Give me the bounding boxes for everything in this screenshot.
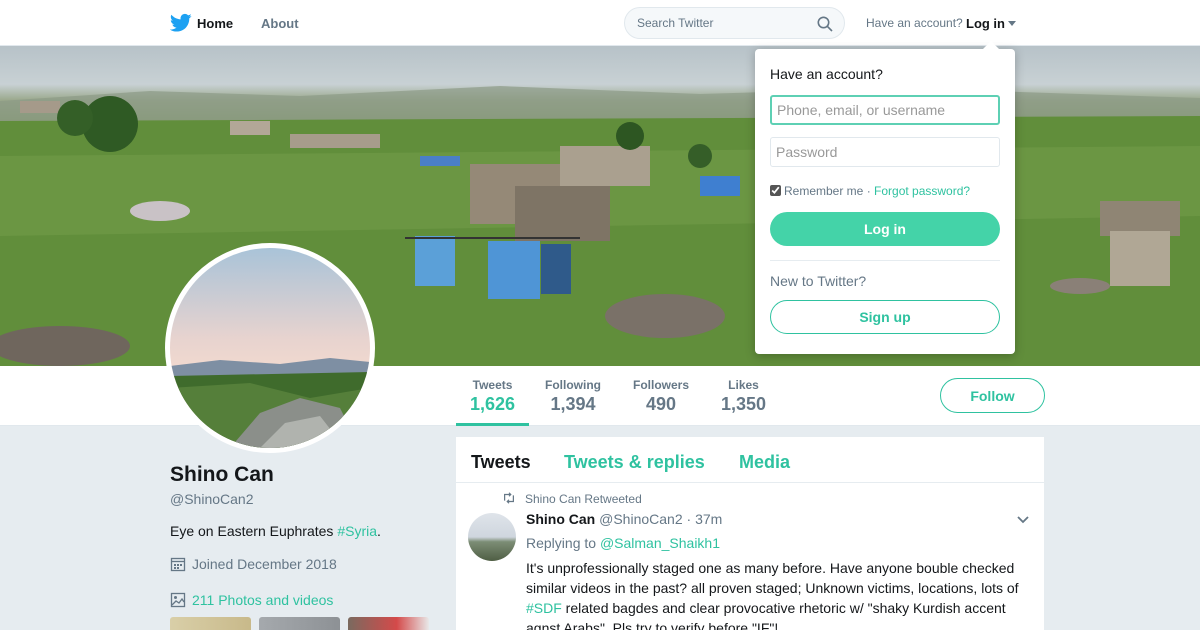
tweet-author-avatar[interactable]	[468, 513, 516, 561]
retweet-icon	[504, 492, 514, 504]
stat-label: Tweets	[472, 378, 513, 392]
username-field[interactable]	[770, 95, 1000, 125]
photos-videos-link[interactable]: 211 Photos and videos	[170, 592, 333, 608]
stat-label: Followers	[633, 378, 690, 392]
new-to-twitter-prompt: New to Twitter?	[770, 273, 867, 289]
top-navigation-bar: Home About Search Twitter Have an accoun…	[0, 0, 1200, 46]
remember-me-label[interactable]: Remember me	[784, 184, 863, 198]
search-input[interactable]: Search Twitter	[624, 7, 845, 39]
tweet-text-part: It's unprofessionally staged one as many…	[526, 560, 1019, 596]
tweet-timeline: Tweets Tweets & replies Media Shino Can …	[456, 437, 1044, 630]
tab-media[interactable]: Media	[739, 452, 790, 473]
retweet-label[interactable]: Shino Can Retweeted	[525, 492, 642, 506]
bio-end: .	[377, 523, 381, 539]
tab-tweets[interactable]: Tweets	[471, 452, 531, 473]
joined-text: Joined December 2018	[192, 556, 337, 572]
tweet-header: Shino Can @ShinoCan2 · 37m	[526, 511, 722, 527]
signup-button[interactable]: Sign up	[770, 300, 1000, 334]
avatar-landscape-illustration	[170, 248, 370, 448]
twitter-bird-icon[interactable]	[170, 13, 192, 33]
follow-button[interactable]: Follow	[940, 378, 1045, 413]
remember-row: Remember me · Forgot password?	[770, 184, 970, 198]
stat-value: 1,394	[550, 394, 596, 414]
stat-value: 1,350	[721, 394, 767, 414]
joined-date: Joined December 2018	[170, 556, 337, 572]
stat-label: Likes	[728, 378, 759, 392]
remember-me-checkbox[interactable]	[770, 185, 781, 196]
stat-likes[interactable]: Likes 1,350	[721, 378, 766, 415]
media-thumbnail[interactable]	[259, 617, 340, 630]
divider	[770, 260, 1000, 261]
timeline-tabs: Tweets Tweets & replies Media	[456, 437, 1044, 483]
profile-avatar[interactable]	[165, 243, 375, 453]
tweet-author-handle[interactable]: @ShinoCan2	[599, 511, 683, 527]
tweet-text-part: related bagdes and clear provocative rhe…	[526, 600, 1006, 630]
profile-bio: Eye on Eastern Euphrates #Syria.	[170, 523, 381, 539]
profile-handle[interactable]: @ShinoCan2	[170, 491, 254, 507]
stat-followers[interactable]: Followers 490	[633, 378, 689, 415]
login-dropdown: Have an account? Remember me · Forgot pa…	[755, 41, 1015, 354]
login-button[interactable]: Log in	[770, 212, 1000, 246]
chevron-down-icon[interactable]	[1008, 21, 1016, 26]
bio-text: Eye on Eastern Euphrates	[170, 523, 338, 539]
account-prompt: Have an account?	[866, 16, 963, 30]
stat-following[interactable]: Following 1,394	[545, 378, 601, 415]
tweet-text: It's unprofessionally staged one as many…	[526, 558, 1026, 630]
nav-home-link[interactable]: Home	[197, 16, 233, 31]
login-dropdown-title: Have an account?	[770, 66, 883, 82]
stat-value: 1,626	[470, 394, 516, 414]
calendar-icon	[170, 557, 186, 572]
tab-tweets-and-replies[interactable]: Tweets & replies	[564, 452, 705, 473]
tweet-hashtag-link[interactable]: #SDF	[526, 600, 562, 616]
tweet-author-name[interactable]: Shino Can	[526, 511, 595, 527]
tweet-time[interactable]: · 37m	[687, 511, 723, 527]
image-icon	[170, 592, 186, 608]
forgot-password-link[interactable]: Forgot password?	[874, 184, 970, 198]
stat-value: 490	[645, 394, 677, 414]
media-thumbnail[interactable]	[348, 617, 429, 630]
search-icon[interactable]	[817, 16, 833, 32]
media-thumbnail[interactable]	[170, 617, 251, 630]
login-menu-link[interactable]: Log in	[966, 16, 1005, 31]
stat-tweets[interactable]: Tweets 1,626	[455, 378, 530, 426]
bio-hashtag-link[interactable]: #Syria	[337, 523, 377, 539]
reply-mention-link[interactable]: @Salman_Shaikh1	[600, 535, 720, 551]
stat-label: Following	[545, 378, 601, 392]
separator-dot: ·	[863, 184, 875, 198]
chevron-down-icon[interactable]	[1016, 515, 1030, 525]
search-placeholder: Search Twitter	[637, 16, 714, 30]
tweet-replying-to: Replying to @Salman_Shaikh1	[526, 535, 720, 551]
password-field[interactable]	[770, 137, 1000, 167]
nav-about-link[interactable]: About	[261, 16, 299, 31]
photos-label: 211 Photos and videos	[192, 592, 334, 608]
replying-prefix: Replying to	[526, 535, 600, 551]
profile-name[interactable]: Shino Can	[170, 463, 274, 487]
